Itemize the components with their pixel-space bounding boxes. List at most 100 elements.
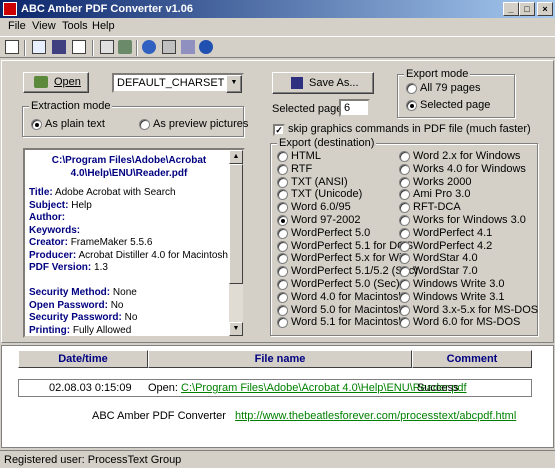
radio-all-pages[interactable]	[406, 83, 417, 94]
maximize-button[interactable]: □	[519, 2, 535, 16]
info-field-label: Changing the Document:	[29, 337, 148, 338]
menu-file[interactable]: File	[8, 20, 26, 32]
save-icon[interactable]	[52, 40, 66, 54]
title-bar: ABC Amber PDF Converter v1.06 _ □ ×	[0, 0, 555, 18]
radio-export-option[interactable]	[277, 266, 288, 278]
skip-graphics-checkbox[interactable]: ✓	[273, 124, 285, 136]
radio-export-option[interactable]	[277, 279, 288, 290]
info-field-value: Help	[71, 199, 92, 211]
export-option-label: WordPerfect 5.1 for DOS	[291, 239, 414, 252]
menu-help[interactable]: Help	[92, 20, 115, 32]
table-row[interactable]: 02.08.03 0:15:09 Open: C:\Program Files\…	[18, 379, 532, 397]
export-option-label: TXT (ANSI)	[291, 175, 348, 188]
scroll-thumb[interactable]	[229, 164, 243, 284]
info-field-label: Keywords:	[29, 224, 81, 236]
scroll-up-icon[interactable]: ▲	[229, 150, 243, 164]
radio-export-option[interactable]	[277, 227, 288, 239]
export-option-label: WordPerfect 5.0	[291, 226, 371, 239]
document-info-box[interactable]: C:\Program Files\Adobe\Acrobat 4.0\Help\…	[23, 148, 245, 338]
radio-export-option[interactable]	[277, 163, 288, 175]
selected-page-input[interactable]: 6	[339, 99, 370, 117]
export-option-label: Ami Pro 3.0	[413, 188, 471, 201]
export-option-label: Works for Windows 3.0	[413, 214, 526, 226]
close-button[interactable]: ×	[537, 2, 553, 16]
log-comment: Success	[417, 382, 459, 394]
chevron-down-icon[interactable]: ▼	[226, 75, 242, 93]
radio-plain-text[interactable]	[31, 119, 42, 130]
col-header-datetime[interactable]: Date/time	[18, 350, 148, 368]
info-field-label: Title:	[29, 187, 53, 198]
scroll-down-icon[interactable]: ▼	[229, 322, 243, 336]
web-icon[interactable]	[199, 40, 213, 54]
export-option-label: WordPerfect 4.1	[413, 226, 493, 239]
radio-export-option[interactable]	[399, 240, 410, 252]
radio-export-option[interactable]	[277, 189, 288, 201]
radio-export-option[interactable]	[399, 253, 410, 265]
info-field-label: Author:	[29, 212, 66, 223]
radio-preview-pictures[interactable]	[139, 119, 150, 130]
copy-icon[interactable]	[72, 40, 86, 54]
radio-export-option[interactable]	[399, 317, 410, 329]
export-option-label: Word 97-2002	[291, 214, 361, 226]
radio-export-option[interactable]	[399, 215, 410, 226]
radio-export-option[interactable]	[277, 291, 288, 303]
file-path-line1: C:\Program Files\Adobe\Acrobat	[51, 155, 207, 166]
radio-export-option[interactable]	[399, 163, 410, 175]
radio-export-option[interactable]	[399, 202, 410, 214]
charset-select[interactable]: DEFAULT_CHARSET ▼	[112, 73, 244, 93]
radio-export-option[interactable]	[277, 202, 288, 214]
radio-export-option[interactable]	[399, 304, 410, 316]
radio-export-option[interactable]	[277, 151, 288, 162]
open-button[interactable]: Open	[23, 72, 89, 93]
toolbar-separator	[24, 40, 26, 56]
radio-export-option[interactable]	[277, 304, 288, 316]
footer-credit: ABC Amber PDF Converter http://www.thebe…	[92, 410, 517, 422]
menu-tools[interactable]: Tools	[62, 20, 88, 32]
settings-icon[interactable]	[142, 40, 156, 54]
radio-export-option[interactable]	[399, 291, 410, 303]
email-icon[interactable]	[181, 40, 195, 54]
footer-link[interactable]: http://www.thebeatlesforever.com/process…	[235, 410, 516, 422]
open-icon[interactable]	[5, 40, 19, 54]
minimize-button[interactable]: _	[503, 2, 519, 16]
print-icon[interactable]	[162, 40, 176, 54]
app-icon	[3, 2, 17, 16]
col-header-comment[interactable]: Comment	[412, 350, 532, 368]
export-option-label: Word 6.0 for MS-DOS	[413, 316, 521, 329]
export-option-label: Works 4.0 for Windows	[413, 162, 526, 175]
info-field: PDF Version: 1.3	[29, 262, 108, 273]
radio-export-option[interactable]	[277, 317, 288, 329]
save-as-button[interactable]: Save As...	[272, 72, 374, 94]
radio-export-option[interactable]	[399, 227, 410, 239]
export-option-label: Word 5.0 for Macintosh	[291, 303, 405, 316]
options-icon[interactable]	[118, 40, 132, 54]
export-option-label: WordStar 4.0	[413, 252, 478, 265]
radio-selected-page[interactable]	[406, 100, 417, 111]
export-mode-group: Export mode All 79 pages Selected page	[397, 68, 515, 118]
radio-export-option[interactable]	[277, 215, 288, 226]
export-option-label: Word 4.0 for Macintosh	[291, 290, 405, 303]
radio-export-option[interactable]	[277, 176, 288, 188]
export-option-label: Word 6.0/95	[291, 201, 351, 214]
info-field: Printing: Fully Allowed	[29, 325, 131, 336]
radio-export-option[interactable]	[277, 240, 288, 252]
info-field-label: Security Method:	[29, 287, 111, 298]
col-header-filename[interactable]: File name	[148, 350, 412, 368]
menu-view[interactable]: View	[32, 20, 56, 32]
convert-icon[interactable]	[100, 40, 114, 54]
info-field-value: None	[112, 287, 137, 298]
pdf-icon[interactable]	[32, 40, 46, 54]
radio-export-option[interactable]	[399, 151, 410, 162]
radio-export-option[interactable]	[399, 279, 410, 290]
radio-export-option[interactable]	[399, 176, 410, 188]
window-title: ABC Amber PDF Converter v1.06	[21, 3, 193, 15]
export-option-label: WordStar 7.0	[413, 265, 478, 278]
info-field: Producer: Acrobat Distiller 4.0 for Maci…	[29, 250, 228, 261]
info-field-label: Producer:	[29, 249, 77, 261]
info-scrollbar[interactable]: ▲ ▼	[229, 150, 243, 336]
radio-export-option[interactable]	[399, 189, 410, 201]
toolbar	[0, 36, 555, 58]
radio-export-option[interactable]	[277, 253, 288, 265]
info-field: Security Method: None	[29, 287, 137, 298]
export-option-label: Windows Write 3.0	[413, 278, 505, 290]
